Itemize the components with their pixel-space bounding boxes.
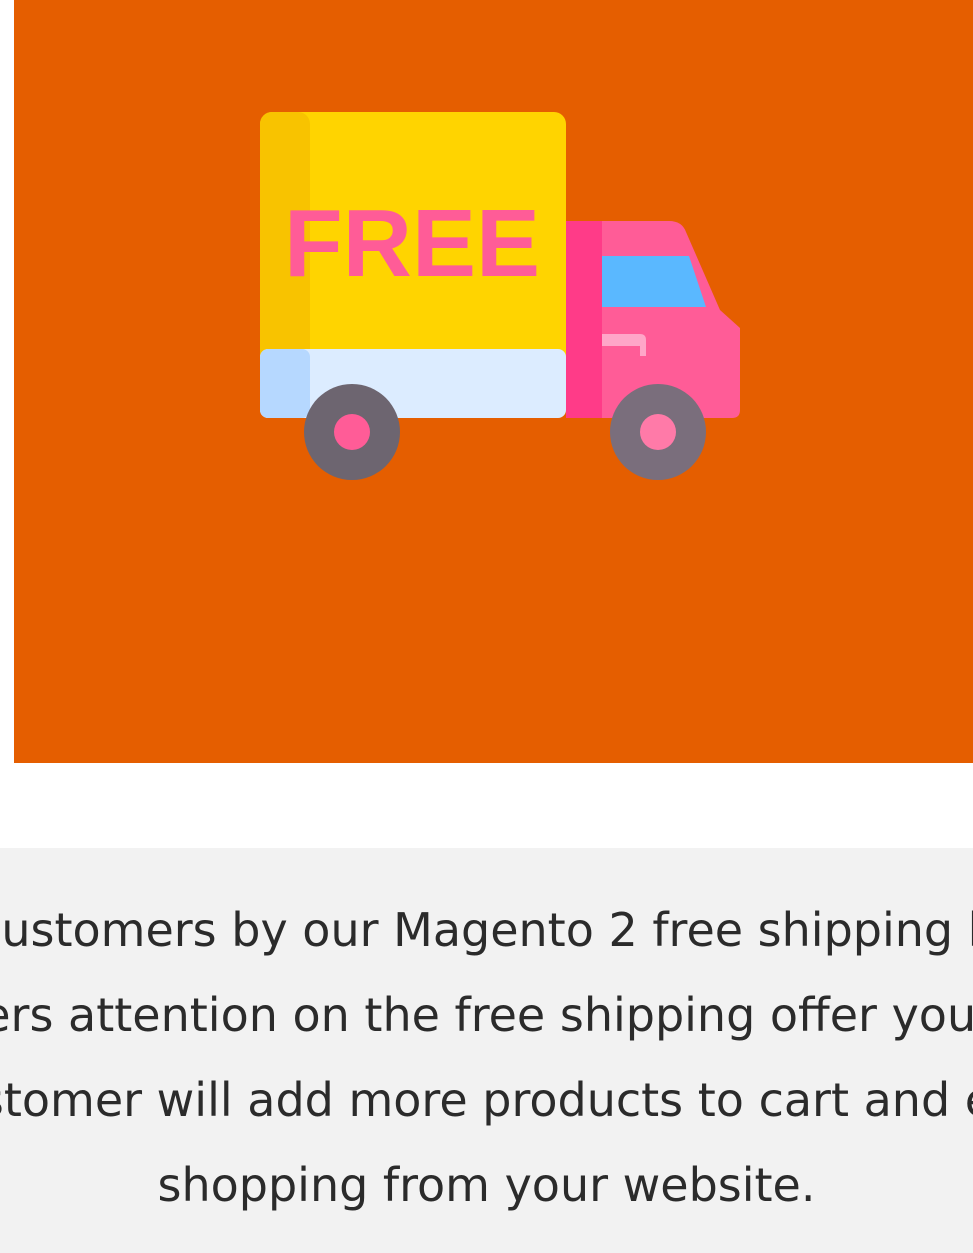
cargo-bottom-shade [260,349,310,418]
page: FREE customers by our Magento 2 free shi… [0,0,973,1253]
front-wheel-hub [640,414,676,450]
cab-connector [566,221,602,418]
free-shipping-truck-icon: FREE [260,112,740,480]
description-text: customers by our Magento 2 free shipping… [0,903,973,1212]
truck-label: FREE [284,190,540,297]
rear-wheel-hub [334,414,370,450]
hero-banner: FREE [14,0,973,763]
cab-window [602,256,706,307]
description-section: customers by our Magento 2 free shipping… [0,848,973,1253]
